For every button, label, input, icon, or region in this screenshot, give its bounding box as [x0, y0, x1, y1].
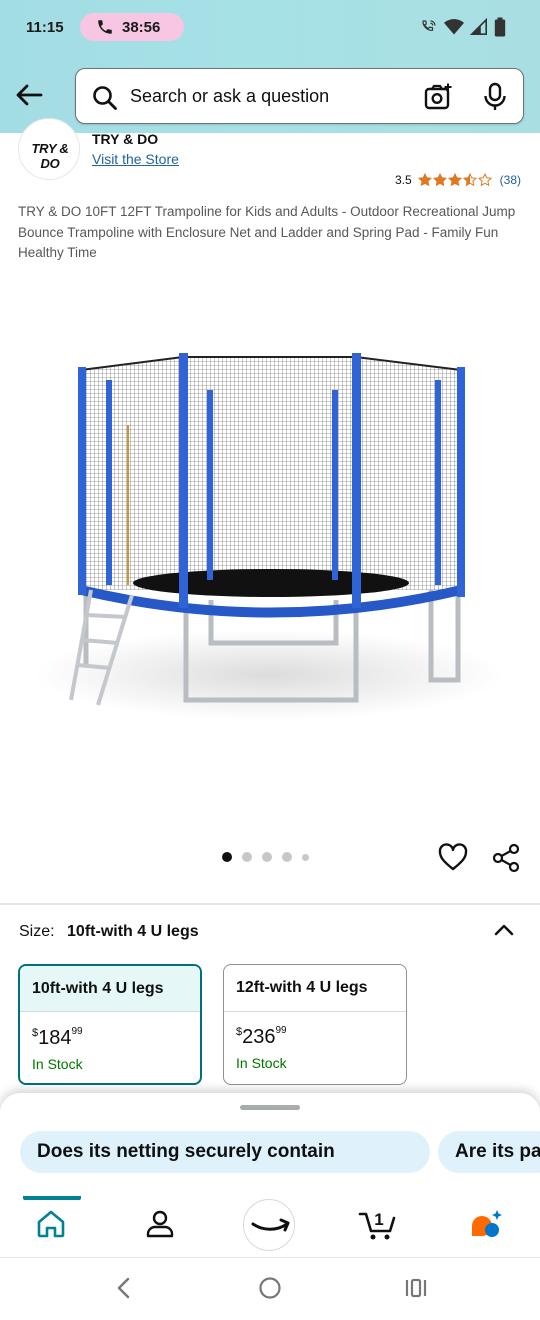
heart-icon[interactable] [438, 843, 468, 871]
visit-store-link[interactable]: Visit the Store [92, 151, 179, 167]
carousel-dot[interactable] [302, 853, 309, 861]
system-back-icon[interactable] [114, 1276, 134, 1300]
brand-logo-text: TRY & DO [31, 141, 69, 171]
system-recents-icon[interactable] [404, 1276, 428, 1300]
account-icon[interactable] [145, 1209, 175, 1239]
camera-search-icon[interactable] [423, 82, 453, 112]
microphone-icon[interactable] [481, 82, 509, 112]
stock-status: In Stock [236, 1055, 287, 1071]
share-icon[interactable] [491, 843, 521, 873]
sheet-drag-handle[interactable] [240, 1105, 300, 1110]
system-navigation-bar [0, 1258, 540, 1320]
bottom-nav: 1 [0, 1196, 540, 1258]
search-bar[interactable]: Search or ask a question [75, 68, 524, 124]
star-icon [417, 173, 432, 187]
back-arrow-icon[interactable] [14, 80, 44, 110]
star-rating [417, 173, 492, 187]
system-home-icon[interactable] [258, 1276, 282, 1300]
star-icon [447, 173, 462, 187]
signal-icon [470, 18, 488, 36]
suggestion-chip[interactable]: Does its netting securely contain [20, 1131, 430, 1173]
ongoing-call-pill[interactable]: 38:56 [80, 13, 184, 41]
rufus-assistant-icon[interactable] [468, 1208, 504, 1240]
wifi-icon [444, 19, 464, 35]
size-option-price: $18499 [32, 1026, 83, 1049]
image-carousel-dots[interactable] [222, 852, 309, 862]
carousel-dot[interactable] [222, 852, 232, 862]
stock-status: In Stock [32, 1056, 83, 1072]
amazon-button[interactable] [243, 1199, 295, 1251]
phone-icon [98, 20, 112, 34]
size-label: Size: [19, 923, 55, 940]
trampoline-image [34, 353, 504, 720]
size-selector-header[interactable]: Size: 10ft-with 4 U legs [19, 923, 199, 941]
star-icon [462, 173, 477, 187]
star-icon [432, 173, 447, 187]
product-image[interactable] [26, 345, 512, 725]
cart-count: 1 [374, 1210, 383, 1229]
chevron-up-icon[interactable] [493, 921, 515, 939]
carousel-dot[interactable] [262, 852, 272, 862]
rating-value: 3.5 [394, 173, 412, 187]
battery-icon [494, 17, 506, 37]
selected-size: 10ft-with 4 U legs [67, 923, 199, 940]
status-time: 11:15 [26, 19, 64, 36]
brand-name: TRY & DO [92, 131, 159, 147]
product-title: TRY & DO 10FT 12FT Trampoline for Kids a… [18, 204, 516, 260]
wifi-calling-icon [422, 20, 436, 31]
size-option-name: 12ft-with 4 U legs [224, 965, 406, 1012]
status-bar: 11:15 38:56 [0, 0, 540, 56]
size-option-12ft[interactable]: 12ft-with 4 U legs $23699 In Stock [223, 964, 407, 1085]
star-icon [477, 173, 492, 187]
active-tab-indicator [23, 1196, 81, 1200]
size-option-10ft[interactable]: 10ft-with 4 U legs $18499 In Stock [18, 964, 202, 1085]
app-header: 11:15 38:56 Search or ask a question [0, 0, 540, 133]
cart-icon[interactable]: 1 [358, 1206, 398, 1242]
system-icons [420, 16, 506, 38]
suggestion-chip[interactable]: Are its pa [438, 1131, 540, 1173]
search-icon [93, 86, 117, 110]
home-icon[interactable] [36, 1210, 66, 1238]
amazon-smile-icon [251, 1218, 290, 1232]
rating-summary[interactable]: 3.5 (38) [395, 173, 521, 187]
section-divider [0, 903, 540, 905]
carousel-dot[interactable] [242, 852, 252, 862]
size-option-price: $23699 [236, 1025, 287, 1048]
call-duration: 38:56 [122, 19, 161, 36]
search-placeholder: Search or ask a question [130, 86, 330, 106]
size-option-name: 10ft-with 4 U legs [20, 966, 200, 1012]
suggestion-sheet: Does its netting securely contain Are it… [0, 1093, 540, 1203]
carousel-dot[interactable] [282, 852, 292, 862]
brand-logo[interactable]: TRY & DO [18, 118, 80, 180]
rating-count[interactable]: (38) [500, 173, 521, 187]
